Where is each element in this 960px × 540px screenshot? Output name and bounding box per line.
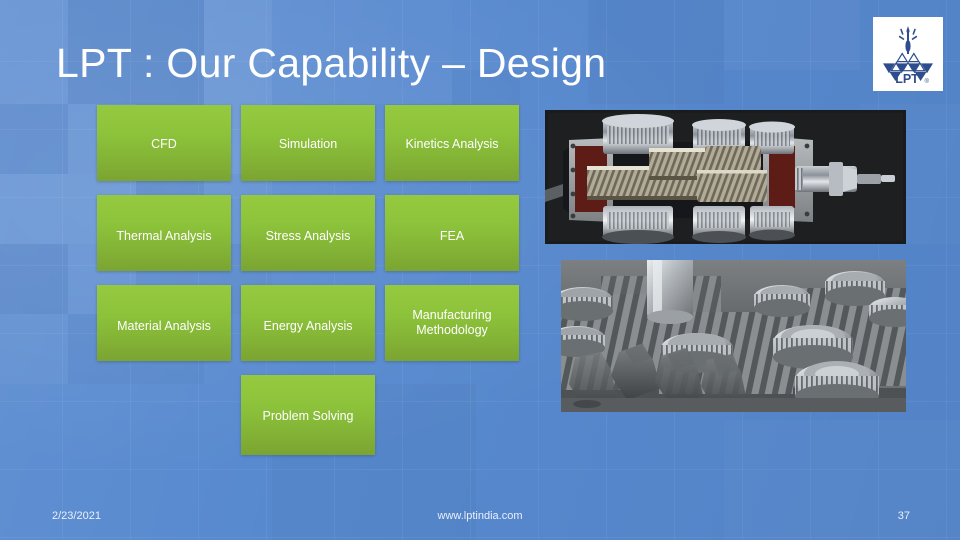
gearbox-cutaway-photo [545, 110, 906, 244]
capability-box-fea[interactable]: FEA [385, 195, 519, 271]
capability-label: Simulation [278, 137, 338, 151]
capability-box-material-analysis[interactable]: Material Analysis [97, 285, 231, 361]
lpt-logo: LPT ® [873, 17, 943, 91]
capability-box-simulation[interactable]: Simulation [241, 105, 375, 181]
capability-box-cfd[interactable]: CFD [97, 105, 231, 181]
capability-label: Kinetics Analysis [405, 137, 499, 151]
lpt-logo-registered-mark: ® [925, 78, 930, 85]
capability-label: Material Analysis [117, 319, 211, 333]
page-title: LPT : Our Capability – Design [56, 40, 607, 86]
gearbox-cutaway-image [545, 110, 906, 244]
lpt-logo-icon: LPT ® [883, 26, 933, 85]
footer-website: www.lptindia.com [437, 510, 523, 522]
capability-label: Thermal Analysis [116, 229, 212, 243]
footer-page-number: 37 [897, 510, 910, 522]
capability-box-stress-analysis[interactable]: Stress Analysis [241, 195, 375, 271]
capability-box-energy-analysis[interactable]: Energy Analysis [241, 285, 375, 361]
capability-box-kinetics-analysis[interactable]: Kinetics Analysis [385, 105, 519, 181]
capability-box-manufacturing-methodology[interactable]: Manufacturing Methodology [385, 285, 519, 361]
capability-label: Manufacturing Methodology [412, 308, 492, 337]
capability-label: CFD [151, 137, 177, 151]
capability-label: FEA [439, 229, 465, 243]
capability-box-thermal-analysis[interactable]: Thermal Analysis [97, 195, 231, 271]
capability-label: Problem Solving [262, 409, 354, 423]
slide: LPT : Our Capability – Design LPT ® CFD … [0, 0, 960, 540]
capability-label: Energy Analysis [263, 319, 353, 333]
gears-and-bearings-image [561, 260, 906, 412]
capability-label: Stress Analysis [265, 229, 351, 243]
lpt-logo-wordmark: LPT [895, 72, 919, 85]
gears-and-bearings-photo [561, 260, 906, 412]
capability-box-problem-solving[interactable]: Problem Solving [241, 375, 375, 455]
